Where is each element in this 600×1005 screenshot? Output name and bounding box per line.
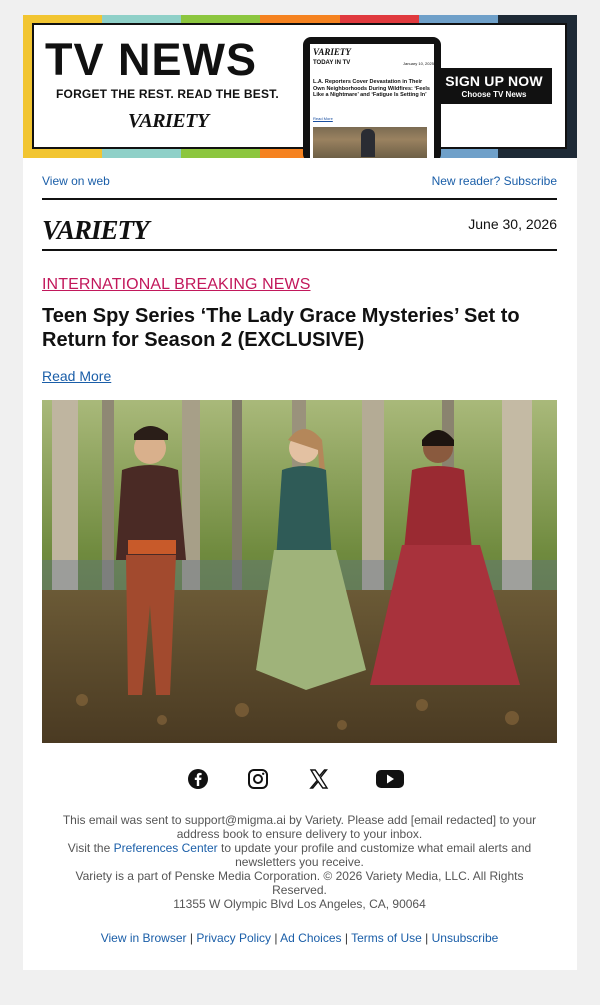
terms-of-use-link[interactable]: Terms of Use xyxy=(351,931,422,945)
privacy-policy-link[interactable]: Privacy Policy xyxy=(196,931,271,945)
social-links xyxy=(183,767,415,791)
footer-copyright: Variety is a part of Penske Media Corpor… xyxy=(75,869,524,897)
tablet-story: L.A. Reporters Cover Devastation in Thei… xyxy=(313,79,430,99)
email-container: TV NEWS FORGET THE REST. READ THE BEST. … xyxy=(23,15,577,970)
tv-news-banner[interactable]: TV NEWS FORGET THE REST. READ THE BEST. … xyxy=(23,15,577,158)
tablet-read-more: Read More xyxy=(313,116,333,121)
subscribe-link[interactable]: New reader? Subscribe xyxy=(432,174,557,188)
article-hero-image[interactable] xyxy=(42,400,557,743)
tablet-section: TODAY IN TV xyxy=(313,60,351,66)
youtube-icon[interactable] xyxy=(375,767,405,791)
footer-text: This email was sent to support@migma.ai … xyxy=(42,813,557,911)
article-title[interactable]: Teen Spy Series ‘The Lady Grace Mysterie… xyxy=(42,304,557,352)
hero-illustration xyxy=(42,400,557,743)
separator: | xyxy=(344,931,348,945)
x-icon[interactable] xyxy=(307,767,331,791)
footer-preferences-pre: Visit the xyxy=(67,841,114,855)
article-category[interactable]: INTERNATIONAL BREAKING NEWS xyxy=(42,276,311,294)
view-in-browser-link[interactable]: View in Browser xyxy=(101,931,187,945)
banner-variety-logo: VARIETY xyxy=(128,110,209,132)
footer-preferences-post: to update your profile and customize wha… xyxy=(217,841,532,869)
footer-links: View in Browser | Privacy Policy | Ad Ch… xyxy=(42,931,557,945)
unsubscribe-link[interactable]: Unsubscribe xyxy=(432,931,499,945)
ad-choices-link[interactable]: Ad Choices xyxy=(280,931,341,945)
separator: | xyxy=(425,931,429,945)
footer-preferences-line: Visit the Preferences Center to update y… xyxy=(62,841,537,869)
banner-headline: TV NEWS xyxy=(45,34,258,85)
footer-sent-notice: This email was sent to support@migma.ai … xyxy=(62,813,537,841)
divider-bottom xyxy=(42,249,557,251)
tablet-date: January 10, 2025 xyxy=(403,61,434,66)
separator: | xyxy=(274,931,278,945)
sign-up-label: SIGN UP NOW xyxy=(445,73,543,89)
footer-address: 11355 W Olympic Blvd Los Angeles, CA, 90… xyxy=(173,897,426,911)
view-on-web-link[interactable]: View on web xyxy=(42,174,110,188)
sign-up-button[interactable]: SIGN UP NOW Choose TV News xyxy=(436,68,552,104)
top-links: View on web New reader? Subscribe xyxy=(42,174,557,188)
tablet-logo: VARIETY xyxy=(313,47,351,57)
separator: | xyxy=(189,931,193,945)
tablet-story-image xyxy=(313,127,427,158)
issue-date: June 30, 2026 xyxy=(468,216,557,232)
instagram-icon[interactable] xyxy=(246,767,270,791)
sign-up-sublabel: Choose TV News xyxy=(461,90,527,99)
read-more-link[interactable]: Read More xyxy=(42,368,111,384)
facebook-icon[interactable] xyxy=(186,767,210,791)
banner-tagline: FORGET THE REST. READ THE BEST. xyxy=(56,87,279,101)
preferences-center-link[interactable]: Preferences Center xyxy=(114,841,218,855)
variety-logo[interactable]: VARIETY xyxy=(42,215,150,246)
divider-top xyxy=(42,198,557,200)
